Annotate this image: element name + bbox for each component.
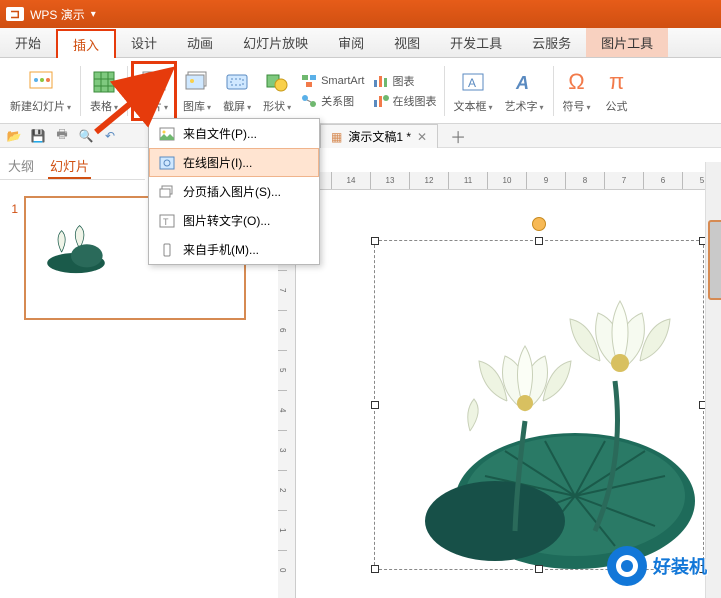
new-tab-button[interactable]: ＋	[450, 124, 466, 148]
tab-design[interactable]: 设计	[116, 28, 172, 57]
online-picture-icon	[159, 155, 175, 171]
chart-icon	[373, 73, 389, 89]
symbol-icon: Ω	[563, 68, 591, 96]
title-bar: ⊐ WPS 演示 ▾	[0, 0, 721, 28]
scrollbar-thumb[interactable]	[708, 220, 721, 300]
picture-icon	[159, 126, 175, 142]
online-chart-icon	[373, 93, 389, 109]
menu-bar: 开始 插入 设计 动画 幻灯片放映 审阅 视图 开发工具 云服务 图片工具	[0, 28, 721, 58]
new-slide-button[interactable]: 新建幻灯片▾	[4, 61, 77, 121]
undo-icon[interactable]: ↶	[102, 128, 118, 144]
titlebar-dropdown-icon[interactable]: ▾	[91, 9, 96, 20]
watermark-text: 好装机	[653, 553, 707, 579]
equation-button[interactable]: π 公式	[597, 61, 637, 121]
symbol-button[interactable]: Ω 符号▾	[557, 61, 597, 121]
tab-review[interactable]: 审阅	[323, 28, 379, 57]
tab-picture-tools[interactable]: 图片工具	[586, 28, 668, 57]
resize-handle[interactable]	[371, 401, 379, 409]
screenshot-icon	[223, 68, 251, 96]
picture-button[interactable]: 图片▾	[131, 61, 177, 121]
tab-slideshow[interactable]: 幻灯片放映	[228, 28, 323, 57]
tab-home[interactable]: 开始	[0, 28, 56, 57]
document-tabs: ▦ 演示文稿1 * ✕ ＋	[320, 124, 466, 148]
svg-text:T: T	[163, 217, 169, 227]
doc-icon: ▦	[331, 130, 342, 144]
svg-text:A: A	[515, 73, 529, 93]
horizontal-ruler: 15141312111098765	[292, 172, 721, 190]
close-tab-icon[interactable]: ✕	[417, 130, 427, 144]
svg-text:A: A	[468, 76, 476, 90]
watermark-logo	[607, 546, 647, 586]
tab-cloud[interactable]: 云服务	[517, 28, 586, 57]
relation-icon	[301, 93, 317, 109]
vertical-scrollbar[interactable]	[705, 162, 721, 598]
rotate-handle[interactable]	[532, 217, 546, 231]
doc-title: 演示文稿1 *	[348, 128, 411, 145]
chart-button[interactable]: 图表	[373, 73, 437, 89]
equation-icon: π	[603, 68, 631, 96]
wordart-icon: A	[510, 68, 538, 96]
resize-handle[interactable]	[371, 237, 379, 245]
menu-from-phone[interactable]: 来自手机(M)...	[149, 235, 319, 264]
save-icon[interactable]: 💾	[30, 128, 46, 144]
textbox-button[interactable]: A 文本框▾	[448, 61, 499, 121]
tab-insert[interactable]: 插入	[56, 29, 116, 58]
smartart-button[interactable]: SmartArt	[301, 73, 364, 89]
table-icon	[90, 68, 118, 96]
menu-ocr[interactable]: T 图片转文字(O)...	[149, 206, 319, 235]
tab-view[interactable]: 视图	[379, 28, 435, 57]
relation-button[interactable]: 关系图	[301, 93, 364, 109]
open-icon[interactable]: 📂	[6, 128, 22, 144]
textbox-icon: A	[459, 68, 487, 96]
shapes-icon	[263, 68, 291, 96]
ribbon: 新建幻灯片▾ 表格▾ 图片▾ 图库▾ 截屏▾ 形状▾ SmartArt	[0, 58, 721, 124]
menu-from-file[interactable]: 来自文件(P)...	[149, 119, 319, 148]
outline-panel-tabs: 大纲 幻灯片	[0, 150, 145, 180]
wordart-button[interactable]: A 艺术字▾	[499, 61, 550, 121]
app-name: WPS 演示	[30, 6, 85, 23]
shapes-button[interactable]: 形状▾	[257, 61, 297, 121]
watermark: 好装机	[607, 546, 707, 586]
tab-devtools[interactable]: 开发工具	[435, 28, 517, 57]
tab-animation[interactable]: 动画	[172, 28, 228, 57]
resize-handle[interactable]	[535, 237, 543, 245]
gallery-button[interactable]: 图库▾	[177, 61, 217, 121]
new-slide-icon	[27, 68, 55, 96]
app-logo: ⊐	[6, 7, 24, 21]
ocr-icon: T	[159, 213, 175, 229]
picture-icon	[140, 68, 168, 96]
smartart-icon	[301, 73, 317, 89]
phone-icon	[159, 242, 175, 258]
gallery-icon	[183, 68, 211, 96]
thumbnail-image	[40, 216, 112, 274]
print-icon[interactable]: 🖶	[54, 128, 70, 144]
preview-icon[interactable]: 🔍	[78, 128, 94, 144]
screenshot-button[interactable]: 截屏▾	[217, 61, 257, 121]
table-button[interactable]: 表格▾	[84, 61, 124, 121]
pages-icon	[159, 184, 175, 200]
online-chart-button[interactable]: 在线图表	[373, 93, 437, 109]
resize-handle[interactable]	[535, 565, 543, 573]
slides-tab[interactable]: 幻灯片	[48, 154, 91, 179]
menu-paged-picture[interactable]: 分页插入图片(S)...	[149, 177, 319, 206]
menu-online-picture[interactable]: 在线图片(I)...	[149, 148, 319, 177]
resize-handle[interactable]	[371, 565, 379, 573]
slide-canvas: 15141312111098765 9876543210	[262, 148, 721, 598]
lotus-image[interactable]	[375, 241, 705, 571]
outline-tab[interactable]: 大纲	[6, 154, 36, 179]
document-tab[interactable]: ▦ 演示文稿1 * ✕	[320, 124, 438, 148]
picture-dropdown-menu: 来自文件(P)... 在线图片(I)... 分页插入图片(S)... T 图片转…	[148, 118, 320, 265]
slide-number: 1	[4, 196, 18, 216]
selection-box[interactable]	[374, 240, 704, 570]
